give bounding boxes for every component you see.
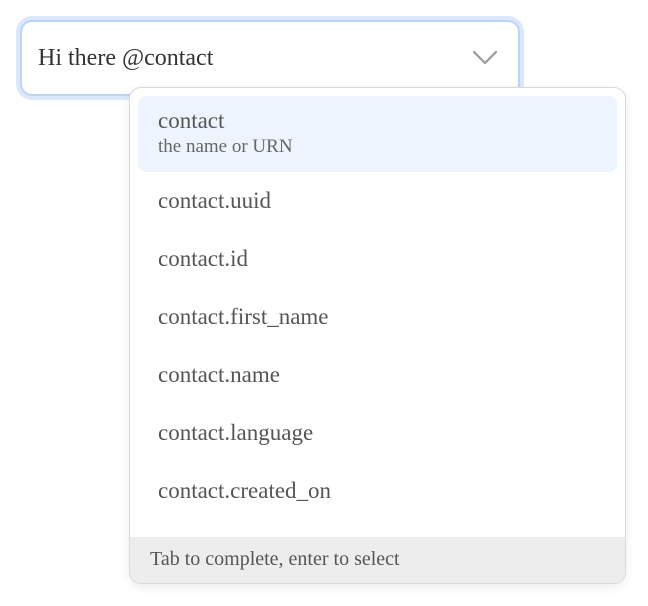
option-contact-first-name[interactable]: contact.first_name — [138, 288, 617, 346]
option-label: contact.first_name — [158, 304, 329, 329]
option-label: contact.created_on — [158, 478, 332, 503]
option-contact-uuid[interactable]: contact.uuid — [138, 172, 617, 230]
option-contact-created-on[interactable]: contact.created_on — [138, 462, 617, 520]
completion-dropdown: contact the name or URN contact.uuid con… — [129, 87, 626, 584]
message-input-text[interactable]: Hi there @contact — [22, 45, 472, 72]
completion-widget: Hi there @contact contact the name or UR… — [0, 0, 648, 606]
option-label: contact.name — [158, 362, 280, 387]
option-label: contact.language — [158, 420, 314, 445]
option-label: contact.id — [158, 246, 249, 271]
option-label: contact.uuid — [158, 188, 272, 213]
option-contact-language[interactable]: contact.language — [138, 404, 617, 462]
completion-option-list: contact the name or URN contact.uuid con… — [130, 88, 625, 520]
chevron-down-icon[interactable] — [472, 45, 498, 71]
message-input[interactable]: Hi there @contact — [20, 20, 520, 96]
option-contact-name[interactable]: contact.name — [138, 346, 617, 404]
option-contact-id[interactable]: contact.id — [138, 230, 617, 288]
option-contact[interactable]: contact the name or URN — [138, 96, 617, 172]
option-description: the name or URN — [158, 136, 293, 157]
completion-footer-hint: Tab to complete, enter to select — [130, 537, 625, 583]
option-label: contact — [158, 108, 225, 133]
